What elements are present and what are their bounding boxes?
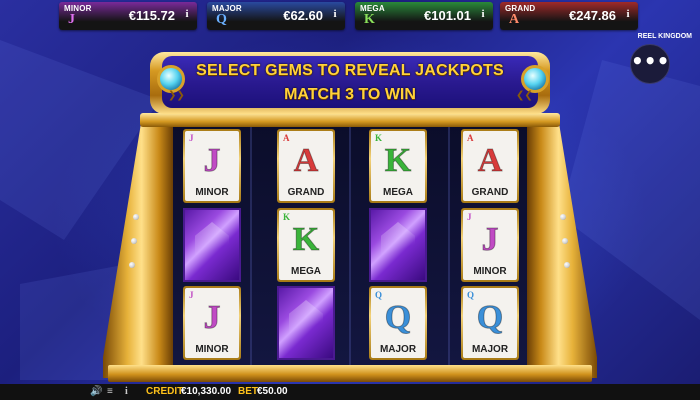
card-glyph: A xyxy=(293,142,319,180)
card-face: A A GRAND xyxy=(463,131,517,201)
jackpot-mega: MEGA K €101.01 i xyxy=(355,2,493,30)
revealed-card: Q Q MAJOR xyxy=(369,286,427,360)
credit-value: €10,330.00 xyxy=(181,386,232,397)
hidden-gem-tile[interactable] xyxy=(183,208,241,282)
bet-value: €50.00 xyxy=(257,386,288,397)
frame-top xyxy=(140,113,560,127)
card-jackpot-label: MEGA xyxy=(291,266,321,277)
card-glyph: Q xyxy=(384,299,412,337)
card-glyph: Q xyxy=(476,299,504,337)
card-jackpot-label: GRAND xyxy=(471,187,509,198)
card-jackpot-label: MINOR xyxy=(195,187,229,198)
jackpot-glyph: Q xyxy=(216,12,227,27)
card-face: J J MINOR xyxy=(463,210,517,280)
card-face: Q Q MAJOR xyxy=(463,288,517,358)
card-jackpot-label: MINOR xyxy=(473,266,507,277)
card-jackpot-label: MINOR xyxy=(195,344,229,355)
jackpot-minor: MINOR J €115.72 i xyxy=(59,2,197,30)
jackpot-glyph: J xyxy=(68,12,75,27)
jackpot-amount: €62.60 xyxy=(283,8,323,23)
bet-label: BET xyxy=(238,386,258,397)
card-glyph: K xyxy=(384,142,412,180)
card-jackpot-label: MEGA xyxy=(383,187,413,198)
hamburger-icon[interactable]: ≡ xyxy=(107,386,113,397)
frame-bolt xyxy=(562,238,568,244)
brand-logo: REEL KINGDOM xyxy=(637,33,692,40)
info-icon[interactable]: i xyxy=(181,8,193,24)
revealed-card: A A GRAND xyxy=(461,129,519,203)
hidden-gem-tile[interactable] xyxy=(369,208,427,282)
card-glyph: K xyxy=(292,221,320,259)
info-icon[interactable]: i xyxy=(329,8,341,24)
menu-button[interactable]: ••• xyxy=(630,44,670,84)
frame-bolt xyxy=(131,238,137,244)
jackpot-glyph: K xyxy=(364,12,375,27)
bottom-bar: 🔊 ≡ i CREDIT €10,330.00 BET €50.00 xyxy=(0,384,700,400)
info-icon[interactable]: i xyxy=(125,386,128,397)
info-icon[interactable]: i xyxy=(477,8,489,24)
card-face: J J MINOR xyxy=(185,131,239,201)
jackpot-amount: €247.86 xyxy=(569,8,616,23)
card-face: Q Q MAJOR xyxy=(371,288,425,358)
reel-divider xyxy=(448,122,450,366)
revealed-card: J J MINOR xyxy=(461,208,519,282)
revealed-card: K K MEGA xyxy=(277,208,335,282)
game-stage: MINOR J €115.72 i MAJOR Q €62.60 i MEGA K €101.01 i… xyxy=(0,0,700,400)
card-face: A A GRAND xyxy=(279,131,333,201)
card-jackpot-label: MAJOR xyxy=(471,344,509,355)
card-glyph: J xyxy=(481,221,499,259)
card-jackpot-label: GRAND xyxy=(287,187,325,198)
card-face: K K MEGA xyxy=(279,210,333,280)
card-glyph: J xyxy=(203,142,221,180)
jackpot-amount: €115.72 xyxy=(128,8,175,23)
reel-divider xyxy=(250,122,252,366)
banner-subtitle: MATCH 3 TO WIN xyxy=(284,86,416,103)
jackpot-glyph: A xyxy=(509,12,520,27)
jackpot-grand: GRAND A €247.86 i xyxy=(500,2,638,30)
hidden-gem-tile[interactable] xyxy=(277,286,335,360)
credit-label: CREDIT xyxy=(146,386,184,397)
revealed-card: A A GRAND xyxy=(277,129,335,203)
frame-bolt xyxy=(133,214,139,220)
reel-divider xyxy=(349,122,351,366)
card-glyph: A xyxy=(477,142,503,180)
info-icon[interactable]: i xyxy=(622,8,634,24)
jackpot-amount: €101.01 xyxy=(424,8,471,23)
card-face: K K MEGA xyxy=(371,131,425,201)
card-face: J J MINOR xyxy=(185,288,239,358)
card-glyph: J xyxy=(203,299,221,337)
frame-bolt xyxy=(560,214,566,220)
revealed-card: Q Q MAJOR xyxy=(461,286,519,360)
jackpot-major: MAJOR Q €62.60 i xyxy=(207,2,345,30)
frame-base xyxy=(108,365,592,382)
card-jackpot-label: MAJOR xyxy=(379,344,417,355)
sound-icon[interactable]: 🔊 xyxy=(90,386,102,397)
revealed-card: K K MEGA xyxy=(369,129,427,203)
frame-bolt xyxy=(564,262,570,268)
frame-bolt xyxy=(129,262,135,268)
revealed-card: J J MINOR xyxy=(183,129,241,203)
banner-instruction: SELECT GEMS TO REVEAL JACKPOTS xyxy=(196,62,504,79)
revealed-card: J J MINOR xyxy=(183,286,241,360)
